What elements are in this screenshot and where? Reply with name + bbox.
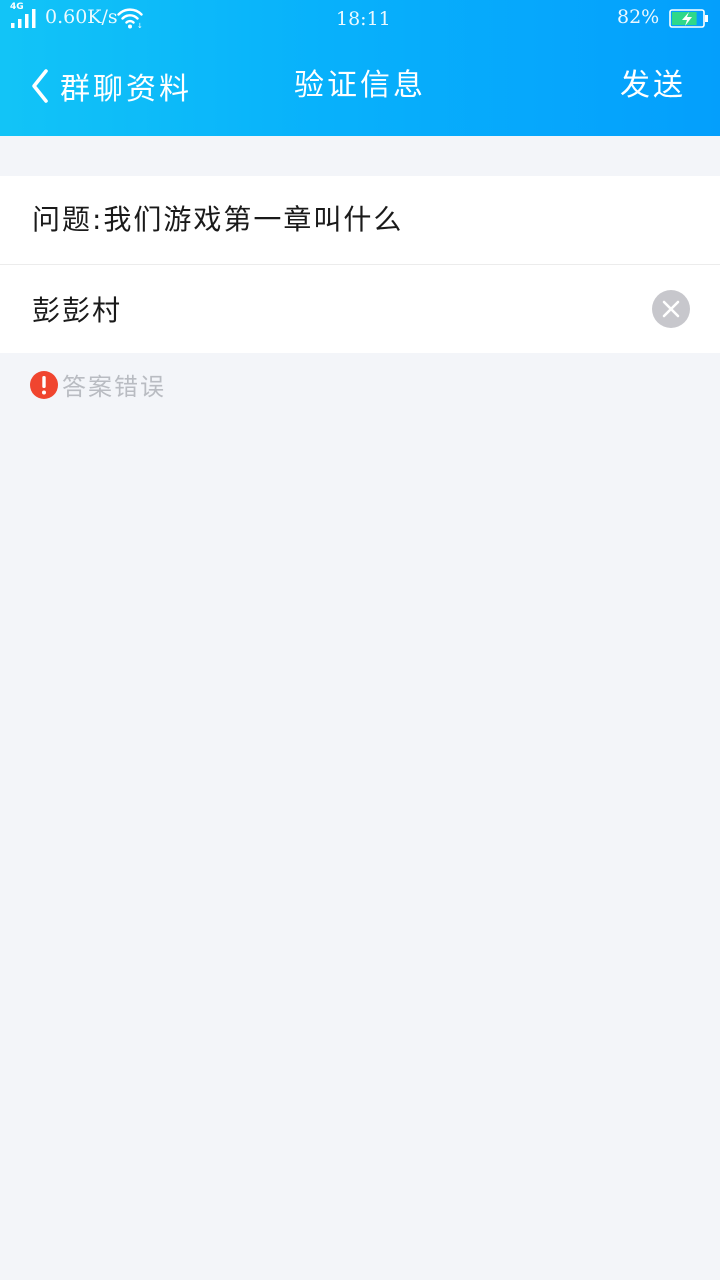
question-label: 问题:我们游戏第一章叫什么 xyxy=(32,203,404,236)
status-bar: 4G 0.60K/s ↓ 18:11 82% xyxy=(0,0,720,38)
battery-charging-icon xyxy=(669,9,709,34)
exclamation-circle-icon xyxy=(30,370,58,399)
close-circle-icon xyxy=(662,300,680,318)
chevron-left-icon xyxy=(32,69,48,103)
svg-text:↓: ↓ xyxy=(137,22,143,29)
error-message: 答案错误 xyxy=(30,367,166,402)
wifi-icon: ↓ xyxy=(117,7,143,34)
nav-bar: 群聊资料 验证信息 发送 xyxy=(0,38,720,136)
battery-percent: 82% xyxy=(617,6,660,28)
signal-icon xyxy=(10,6,38,30)
verification-form: 问题:我们游戏第一章叫什么 xyxy=(0,176,720,353)
send-button[interactable]: 发送 xyxy=(620,64,686,108)
clock: 18:11 xyxy=(336,8,391,30)
answer-row xyxy=(0,265,720,353)
error-text: 答案错误 xyxy=(62,373,166,401)
answer-input[interactable] xyxy=(32,265,632,353)
back-label: 群聊资料 xyxy=(60,72,192,107)
header: 4G 0.60K/s ↓ 18:11 82% 群聊资料 验证信息 发送 xyxy=(0,0,720,136)
network-speed: 0.60K/s xyxy=(45,6,118,28)
clear-button[interactable] xyxy=(652,290,690,328)
back-button[interactable]: 群聊资料 xyxy=(30,64,192,108)
